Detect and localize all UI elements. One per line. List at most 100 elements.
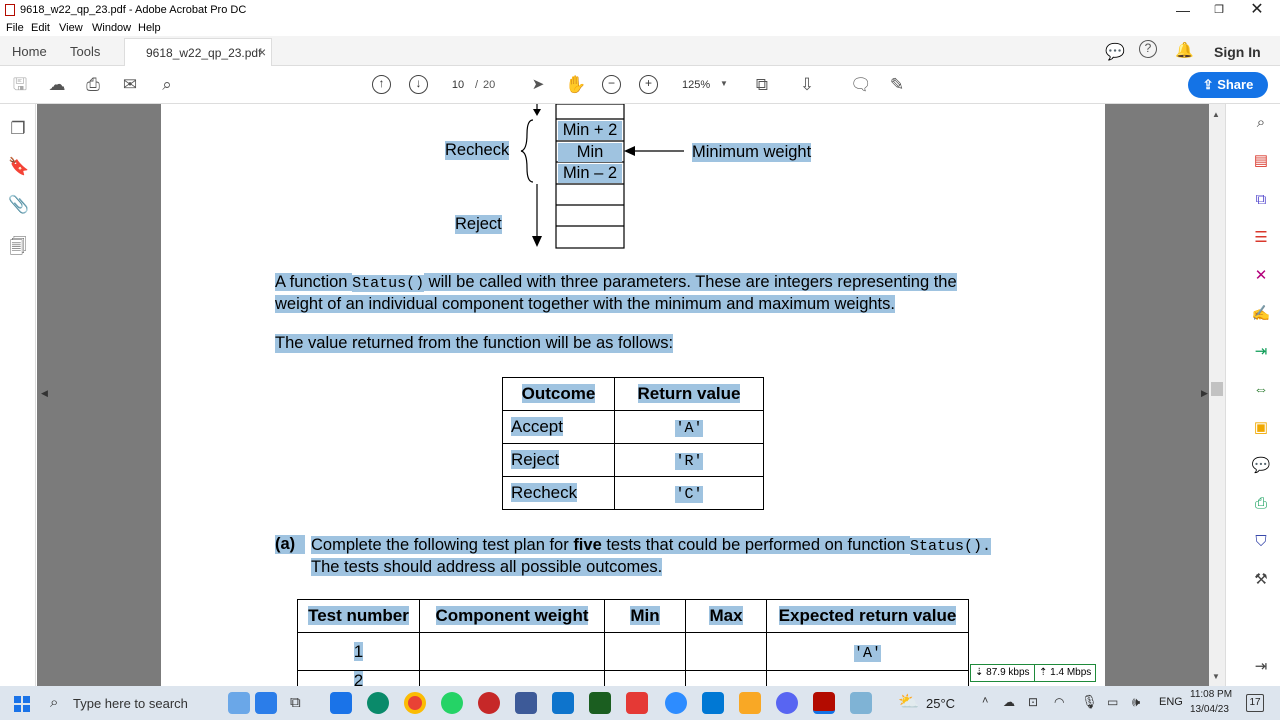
search-highlight-icon-2[interactable]	[255, 692, 277, 714]
organize-pages-icon[interactable]: ☰	[1251, 228, 1271, 248]
scroll-up-icon[interactable]: ▲	[1212, 110, 1220, 119]
pdf-reader-app-icon[interactable]	[626, 692, 648, 714]
language-indicator[interactable]: ENG	[1159, 696, 1183, 708]
whatsapp-icon[interactable]	[441, 692, 463, 714]
fruit-app-icon[interactable]	[739, 692, 761, 714]
store-app-icon[interactable]	[702, 692, 724, 714]
email-icon[interactable]: ✉	[120, 75, 140, 95]
page-number-input[interactable]: 10	[444, 75, 472, 95]
weather-temp[interactable]: 25°C	[926, 696, 955, 711]
page-layout-icon[interactable]: ⧉	[752, 75, 772, 95]
microphone-icon[interactable]: 🎙	[1081, 694, 1098, 710]
wifi-icon[interactable]: ◠	[1054, 695, 1064, 709]
clock-time[interactable]: 11:08 PM	[1190, 689, 1232, 700]
zoom-chevron-down-icon[interactable]: ▼	[720, 79, 728, 88]
combine-files-icon[interactable]: ⧉	[1251, 190, 1271, 210]
scrollbar-thumb[interactable]	[1211, 382, 1223, 396]
taskbar-search-box[interactable]: Type here to search	[73, 696, 188, 711]
select-cursor-icon[interactable]: ➤	[528, 75, 548, 95]
clock-date[interactable]: 13/04/23	[1190, 704, 1229, 715]
para1-text-b: will be called with three parameters. Th…	[424, 273, 957, 291]
zoom-app-icon[interactable]	[665, 692, 687, 714]
accessibility-tags-icon[interactable]: 🗐	[8, 234, 28, 256]
notes-app-icon[interactable]	[850, 692, 872, 714]
help-icon[interactable]: ?	[1139, 40, 1157, 58]
menu-file[interactable]: File	[6, 22, 24, 34]
collapse-tools-icon[interactable]: ⇥	[1251, 657, 1271, 677]
taskbar-search-icon[interactable]: ⌕	[50, 694, 58, 711]
more-tools-icon[interactable]: ⚒	[1251, 570, 1271, 590]
search-highlight-icon[interactable]	[228, 692, 250, 714]
edge-browser-icon[interactable]	[367, 692, 389, 714]
search-icon[interactable]: ⌕	[157, 75, 177, 95]
fill-sign-icon[interactable]: ✕	[1251, 266, 1271, 286]
battery-icon[interactable]: ▭	[1107, 695, 1118, 709]
pdf-page: Min + 2 Min Min – 2 Recheck Reject Minim…	[161, 104, 1105, 686]
terminal-app-icon[interactable]	[589, 692, 611, 714]
tab-home[interactable]: Home	[12, 44, 47, 59]
comment-icon[interactable]: 🗨	[850, 75, 872, 95]
vscode-icon[interactable]	[552, 692, 574, 714]
mail-icon[interactable]	[330, 692, 352, 714]
table-row: 1 'A'	[297, 632, 969, 671]
close-tab-icon[interactable]: ×	[258, 44, 266, 60]
tab-tools[interactable]: Tools	[70, 44, 100, 59]
collapse-left-panel-icon[interactable]: ◀	[41, 388, 48, 399]
chrome-browser-icon[interactable]	[404, 692, 426, 714]
create-pdf-icon[interactable]: ▤	[1251, 151, 1271, 171]
zoom-search-icon[interactable]: ⌕	[1251, 113, 1271, 133]
document-tab-label: 9618_w22_qp_23.pdf	[146, 46, 262, 60]
close-window-button[interactable]: ✕	[1234, 0, 1280, 20]
zoom-level[interactable]: 125%	[682, 79, 710, 91]
sign-in-link[interactable]: Sign In	[1214, 44, 1261, 60]
zoom-out-icon[interactable]: −	[602, 75, 621, 94]
collapse-right-panel-icon[interactable]: ▶	[1201, 388, 1208, 399]
save-icon[interactable]: 🖫	[10, 75, 30, 95]
menu-view[interactable]: View	[59, 22, 83, 34]
menu-window[interactable]: Window	[92, 22, 131, 34]
recorder-app-icon[interactable]	[478, 692, 500, 714]
bookmark-icon[interactable]: 🔖	[8, 157, 29, 177]
request-signature-icon[interactable]: ✍	[1251, 304, 1271, 324]
comment-tool-icon[interactable]: 💬	[1251, 456, 1271, 476]
max-header: Max	[685, 599, 767, 633]
zoom-in-icon[interactable]: +	[639, 75, 658, 94]
vertical-scrollbar[interactable]: ▲ ▼	[1209, 104, 1225, 686]
next-page-icon[interactable]: ↓	[409, 75, 428, 94]
export-pdf-icon[interactable]: ⇥	[1251, 342, 1271, 362]
compress-pdf-icon[interactable]: ⇔	[1251, 380, 1271, 400]
onedrive-icon[interactable]: ☁	[1003, 695, 1015, 709]
comments-icon[interactable]: 💬	[1105, 42, 1125, 62]
scroll-down-icon[interactable]: ▼	[1212, 672, 1220, 681]
tab-bar: Home Tools 9618_w22_qp_23.pdf × 💬 ? 🔔 Si…	[0, 36, 1280, 66]
menu-help[interactable]: Help	[138, 22, 161, 34]
notification-center-icon[interactable]: 17	[1246, 694, 1264, 712]
protect-shield-icon[interactable]: ⛉	[1251, 532, 1271, 552]
page-thumbnails-icon[interactable]: ❐	[8, 119, 28, 139]
discord-icon[interactable]	[776, 692, 798, 714]
print-production-icon[interactable]: ⎙	[1251, 494, 1271, 514]
share-button[interactable]: ⇪ Share	[1188, 72, 1268, 98]
print-icon[interactable]: ⎙	[83, 75, 103, 95]
scroll-mode-icon[interactable]: ⇩	[797, 75, 817, 95]
paragraph-return-values: The value returned from the function wil…	[275, 334, 674, 353]
highlight-pen-icon[interactable]: ✎	[887, 75, 907, 95]
attachment-icon[interactable]: 📎	[8, 195, 29, 215]
scan-ocr-icon[interactable]: ▣	[1251, 418, 1271, 438]
task-view-icon[interactable]: ⧉	[290, 694, 301, 711]
tray-app-icon[interactable]: ⊡	[1028, 695, 1038, 709]
document-viewer[interactable]: ◀ ▶ Min + 2 Min Min – 2 Recheck Reject M…	[37, 104, 1209, 686]
notification-bell-icon[interactable]: 🔔	[1175, 41, 1194, 59]
previous-page-icon[interactable]: ↑	[372, 75, 391, 94]
hand-tool-icon[interactable]: ✋	[565, 75, 586, 95]
vb-app-icon[interactable]	[515, 692, 537, 714]
windows-start-icon[interactable]	[14, 696, 30, 712]
tab-document[interactable]: 9618_w22_qp_23.pdf ×	[124, 38, 272, 66]
return-value-header: Return value	[614, 377, 764, 411]
acrobat-taskbar-icon[interactable]	[813, 692, 835, 714]
cloud-upload-icon[interactable]: ☁	[47, 75, 67, 95]
weather-icon[interactable]: ⛅	[898, 692, 919, 712]
volume-icon[interactable]: 🕪	[1132, 694, 1140, 710]
show-hidden-icons[interactable]: ˄	[982, 695, 988, 707]
menu-edit[interactable]: Edit	[31, 22, 50, 34]
